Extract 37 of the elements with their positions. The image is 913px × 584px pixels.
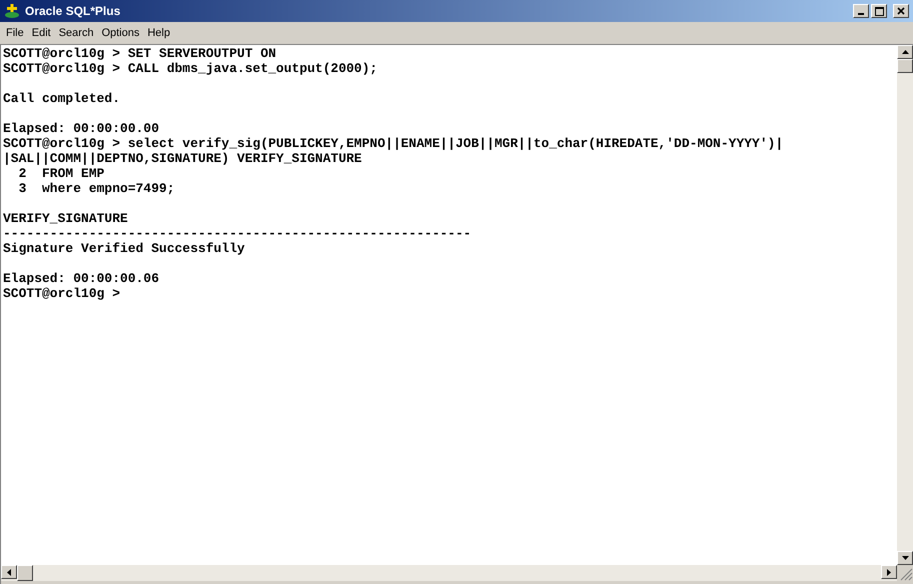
scroll-left-button[interactable] bbox=[1, 565, 17, 579]
console-line: Signature Verified Successfully bbox=[3, 241, 245, 256]
vertical-scrollbar[interactable] bbox=[897, 45, 913, 565]
console-line: SCOTT@orcl10g > bbox=[3, 286, 120, 301]
scroll-right-button[interactable] bbox=[881, 565, 897, 579]
menu-item[interactable]: Options bbox=[98, 24, 144, 42]
menu-item[interactable]: Help bbox=[143, 24, 174, 42]
horizontal-scrollbar[interactable] bbox=[1, 565, 897, 581]
left-triangle-icon bbox=[7, 568, 11, 576]
console-line: SCOTT@orcl10g > select verify_sig(PUBLICKEY,EMPNO||ENAME||JOB||MGR||to_char(HIREDATE,'DD-MON-YYYY')| bbox=[3, 136, 784, 151]
maximize-icon bbox=[874, 6, 884, 16]
menu-item[interactable]: Edit bbox=[28, 24, 55, 42]
app-logo-icon bbox=[4, 3, 20, 19]
window-title: Oracle SQL*Plus bbox=[25, 3, 120, 20]
console-line: 2 FROM EMP bbox=[18, 166, 104, 181]
close-icon bbox=[897, 7, 905, 15]
scroll-down-button[interactable] bbox=[897, 551, 913, 565]
console-line: 3 where empno=7499; bbox=[18, 181, 175, 196]
scroll-thumb[interactable] bbox=[897, 59, 913, 73]
console-line: SCOTT@orcl10g > SET SERVEROUTPUT ON bbox=[3, 46, 276, 61]
console-line: ------------------------------------------------------------ bbox=[3, 226, 472, 241]
console-line: Elapsed: 00:00:00.06 bbox=[3, 271, 160, 286]
console-line: |SAL||COMM||DEPTNO,SIGNATURE) VERIFY_SIGNATURE bbox=[3, 151, 362, 166]
console-line: VERIFY_SIGNATURE bbox=[3, 211, 128, 226]
scroll-up-button[interactable] bbox=[897, 45, 913, 59]
minimize-button[interactable] bbox=[853, 4, 869, 18]
right-triangle-icon bbox=[887, 568, 891, 576]
up-triangle-icon bbox=[902, 50, 908, 54]
menu-item[interactable]: Search bbox=[54, 24, 98, 42]
scroll-thumb[interactable] bbox=[17, 565, 33, 581]
maximize-button[interactable] bbox=[871, 4, 887, 18]
down-triangle-icon bbox=[902, 556, 908, 560]
close-button[interactable] bbox=[893, 4, 909, 18]
console-line: Call completed. bbox=[3, 91, 120, 106]
console-line: SCOTT@orcl10g > CALL dbms_java.set_output(2000); bbox=[3, 61, 378, 76]
menu-item[interactable]: File bbox=[2, 24, 28, 42]
console-line: Elapsed: 00:00:00.00 bbox=[3, 121, 160, 136]
